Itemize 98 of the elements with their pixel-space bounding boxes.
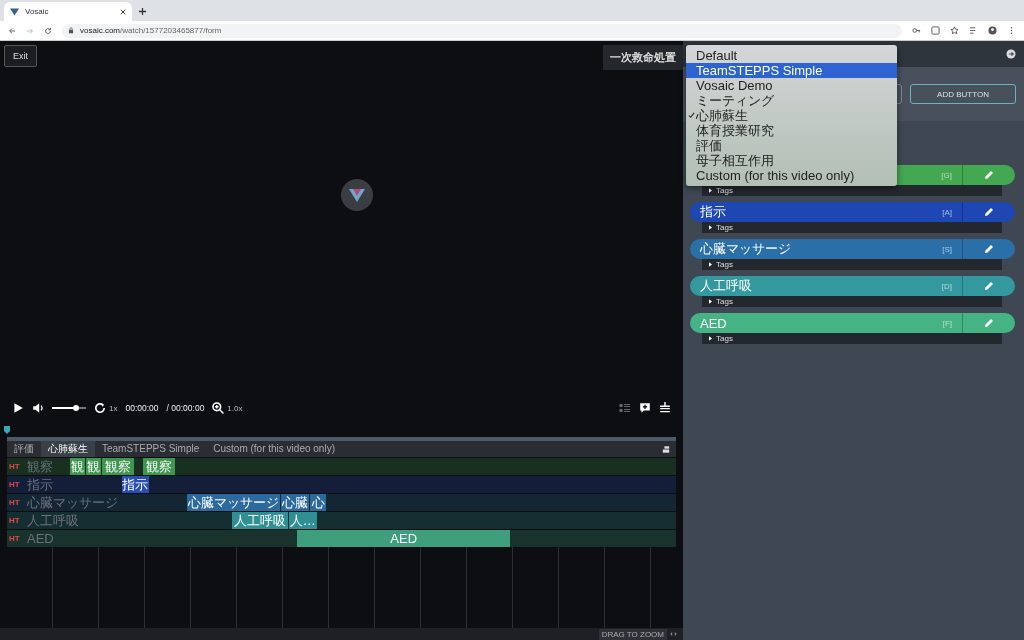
track-code-label: HT <box>8 480 21 489</box>
track-code-label: HT <box>8 534 21 543</box>
replay-icon[interactable] <box>94 402 106 414</box>
timeline-tab[interactable]: 心肺蘇生 <box>41 441 95 457</box>
timeline-clip[interactable]: 人… <box>288 512 317 529</box>
track-code-label: HT <box>8 498 21 507</box>
add-button[interactable]: ADD BUTTON <box>910 84 1016 104</box>
timeline-tab[interactable]: Custom (for this video only) <box>206 441 342 457</box>
caret-icon <box>709 299 712 304</box>
split-icon[interactable] <box>659 402 671 414</box>
caret-icon <box>709 336 712 341</box>
tags-label: Tags <box>716 334 733 343</box>
translate-icon[interactable] <box>931 26 940 36</box>
zoom-in-icon[interactable] <box>212 402 225 414</box>
logo-icon <box>341 179 373 211</box>
logo-icon <box>10 7 19 16</box>
track-name: 指示 <box>27 475 53 494</box>
button-label: 指示 <box>700 203 727 221</box>
edit-icon[interactable] <box>984 281 994 291</box>
code-button[interactable]: 心臓マッサージ [S] <box>690 239 1015 259</box>
menu-option[interactable]: Vosaic Demo <box>686 78 897 93</box>
check-icon <box>688 112 695 119</box>
list-icon[interactable] <box>619 402 631 414</box>
code-button[interactable]: 指示 [A] <box>690 202 1015 222</box>
timeline-clip[interactable]: 観 <box>85 458 102 475</box>
play-icon[interactable] <box>12 402 24 414</box>
back-icon[interactable] <box>8 26 16 35</box>
url-host: vosaic.com <box>80 26 120 36</box>
tags-label: Tags <box>716 260 733 269</box>
volume-icon[interactable] <box>32 402 44 414</box>
menu-option[interactable]: 評価 <box>686 138 897 153</box>
browser-tab[interactable]: Vosaic <box>4 2 132 22</box>
caret-icon <box>709 225 712 230</box>
timeline-clip[interactable]: 人工呼吸 <box>232 512 288 529</box>
button-label: 人工呼吸 <box>700 277 753 295</box>
menu-option[interactable]: 体育授業研究 <box>686 123 897 138</box>
menu-option[interactable]: ミーティング <box>686 93 897 108</box>
tags-label: Tags <box>716 223 733 232</box>
timeline-clip[interactable]: 心 <box>310 494 327 511</box>
edit-icon[interactable] <box>984 207 994 217</box>
button-label: 心臓マッサージ <box>700 240 792 258</box>
shortcut-key: [S] <box>942 244 952 254</box>
logout-icon[interactable] <box>1006 49 1016 59</box>
caret-icon <box>709 262 712 267</box>
timeline-clip[interactable]: 心臓 <box>280 494 309 511</box>
tags-toggle[interactable]: Tags <box>702 222 1002 233</box>
tags-label: Tags <box>716 297 733 306</box>
menu-option[interactable]: 母子相互作用 <box>686 153 897 168</box>
shortcut-key: [G] <box>941 170 952 180</box>
timeline-clip[interactable]: 指示 <box>122 476 149 493</box>
reload-icon[interactable] <box>44 26 52 35</box>
menu-option[interactable]: 心肺蘇生 <box>686 108 897 123</box>
url-path: /watch/1577203465877/form <box>120 26 222 36</box>
video-title: 一次救命処置 <box>603 45 683 70</box>
add-comment-icon[interactable] <box>639 402 651 414</box>
menu-option[interactable]: TeamSTEPPS Simple <box>686 63 897 78</box>
lock-icon <box>68 27 74 35</box>
drag-to-zoom-hint[interactable]: DRAG TO ZOOM <box>598 628 667 640</box>
button-label: AED <box>700 315 728 331</box>
address-field[interactable]: vosaic.com/watch/1577203465877/form <box>62 23 902 38</box>
track-name: 観察 <box>27 457 53 476</box>
tags-toggle[interactable]: Tags <box>702 259 1002 270</box>
shortcut-key: [F] <box>942 318 952 328</box>
edit-icon[interactable] <box>984 244 994 254</box>
star-icon[interactable] <box>950 26 959 36</box>
timeline-tab[interactable]: 評価 <box>7 441 41 457</box>
layers-icon[interactable] <box>662 445 670 453</box>
account-icon[interactable] <box>988 26 997 36</box>
arrows-icon <box>670 632 677 636</box>
tags-toggle[interactable]: Tags <box>702 333 1002 344</box>
timeline-clip[interactable]: 観 <box>69 458 86 475</box>
duration: / 00:00:00 <box>166 403 205 413</box>
track-name: AED <box>27 531 54 546</box>
playlist-icon[interactable] <box>969 26 978 36</box>
tags-toggle[interactable]: Tags <box>702 185 1002 196</box>
timeline-clip[interactable]: 観察 <box>142 458 175 475</box>
speed-label: 1x <box>109 403 118 413</box>
track-name: 心臓マッサージ <box>27 493 118 512</box>
playhead[interactable] <box>4 426 10 434</box>
timeline-clip[interactable]: 心臓マッサージ <box>186 494 280 511</box>
track-name: 人工呼吸 <box>27 511 79 530</box>
tab-title: Vosaic <box>25 7 50 17</box>
key-icon[interactable] <box>912 26 921 36</box>
exit-button[interactable]: Exit <box>4 45 37 67</box>
close-icon[interactable] <box>120 8 126 15</box>
timeline-clip[interactable]: 観察 <box>102 458 135 475</box>
current-time: 00:00:00 <box>125 403 159 413</box>
tags-label: Tags <box>716 186 733 195</box>
code-button[interactable]: 人工呼吸 [D] <box>690 276 1015 296</box>
tags-toggle[interactable]: Tags <box>702 296 1002 307</box>
new-tab-icon[interactable] <box>138 7 147 17</box>
track-code-label: HT <box>8 516 21 525</box>
track-code-label: HT <box>8 462 21 471</box>
caret-icon <box>709 188 712 193</box>
shortcut-key: [D] <box>941 281 952 291</box>
zoom-label: 1.0x <box>227 403 243 413</box>
timeline-tab[interactable]: TeamSTEPPS Simple <box>95 441 207 457</box>
shortcut-key: [A] <box>942 207 952 217</box>
